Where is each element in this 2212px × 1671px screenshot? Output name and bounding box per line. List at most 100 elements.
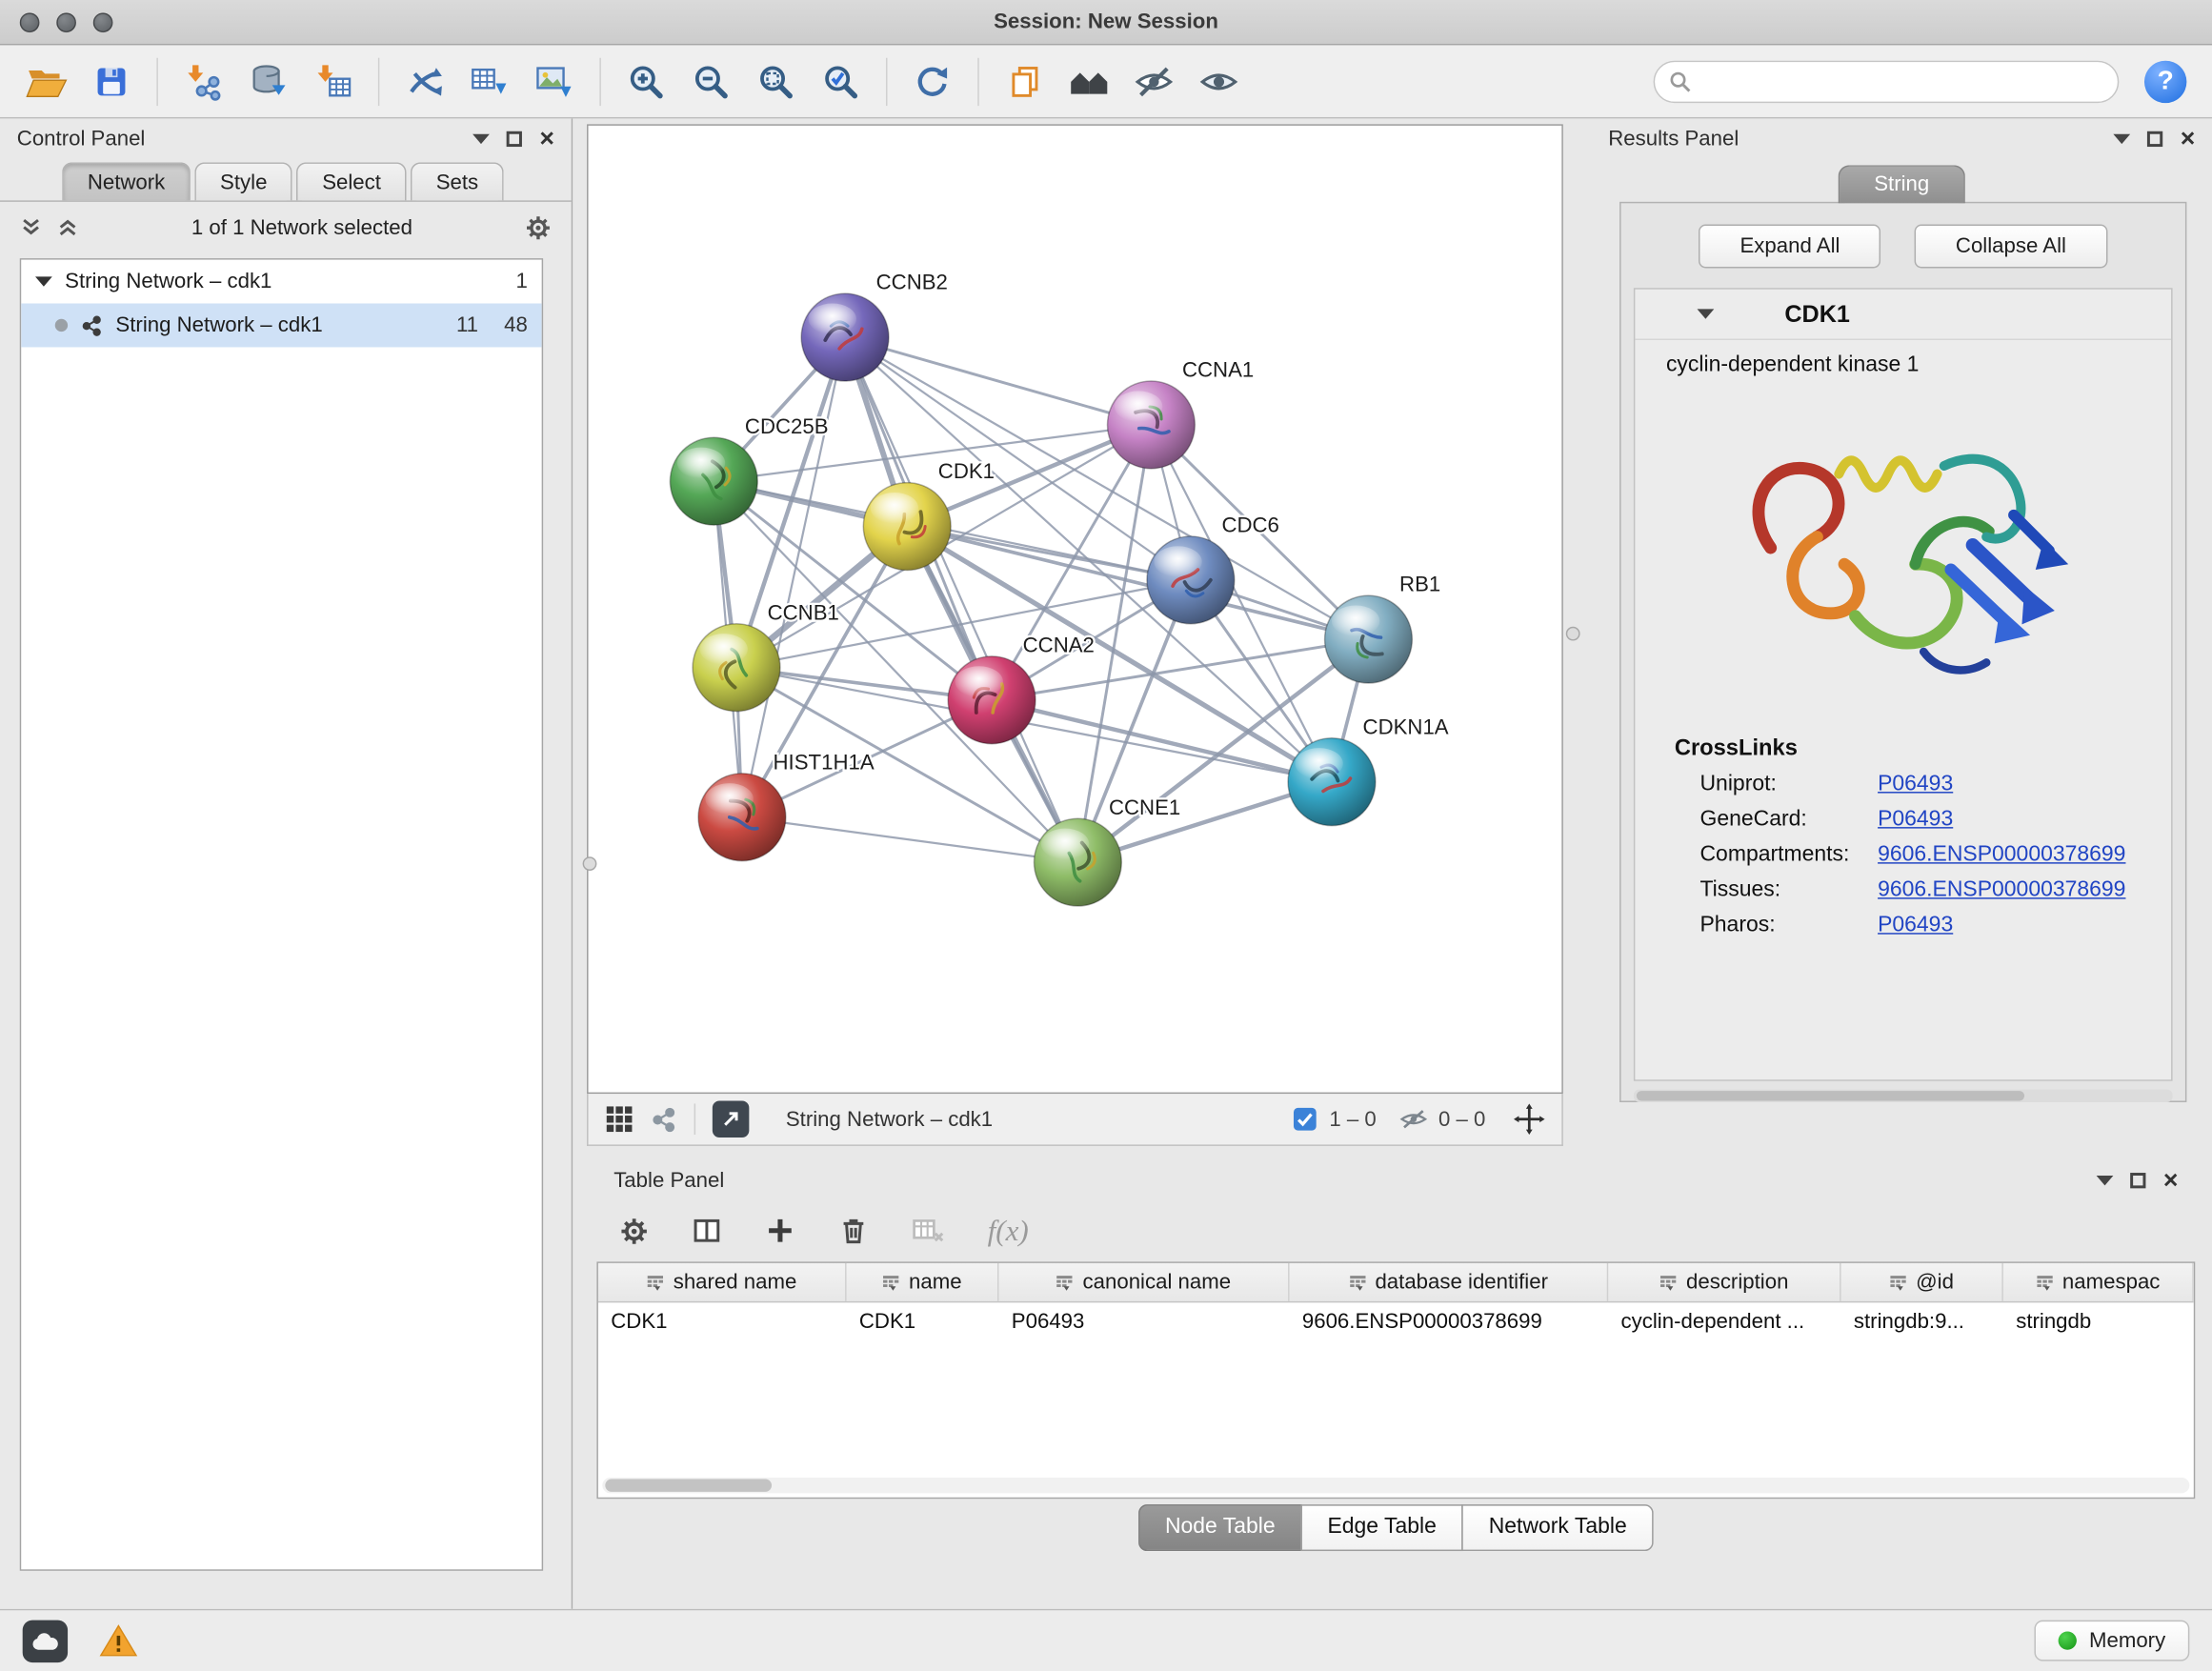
tab-style[interactable]: Style <box>194 162 292 200</box>
scrollbar-thumb[interactable] <box>605 1480 772 1492</box>
import-network-from-file-button[interactable] <box>173 51 232 111</box>
tab-edge-table[interactable]: Edge Table <box>1300 1503 1463 1550</box>
function-builder-button[interactable]: f(x) <box>988 1213 1029 1248</box>
crosslink-link-genecard[interactable]: P06493 <box>1878 807 1953 833</box>
zoom-fit-icon <box>756 61 795 100</box>
gear-icon[interactable] <box>525 213 552 240</box>
zoom-selected-icon <box>821 61 860 100</box>
table-settings-gear-icon[interactable] <box>619 1216 649 1245</box>
crosslink-link-compartments[interactable]: 9606.ENSP00000378699 <box>1878 842 2125 868</box>
results-panel-close-button[interactable]: × <box>2181 126 2196 151</box>
zoom-fit-button[interactable] <box>746 51 805 111</box>
grid-view-icon[interactable] <box>605 1105 633 1134</box>
network-node[interactable]: CDKN1A <box>1288 715 1449 825</box>
network-edge[interactable] <box>742 337 845 817</box>
add-column-plus-icon[interactable] <box>765 1215 796 1246</box>
zoom-selected-button[interactable] <box>812 51 871 111</box>
memory-button[interactable]: Memory <box>2034 1621 2189 1661</box>
column-header[interactable]: canonical name <box>998 1263 1289 1301</box>
detach-view-button[interactable] <box>713 1100 750 1137</box>
tab-network-table[interactable]: Network Table <box>1462 1503 1654 1550</box>
close-window-button[interactable] <box>20 12 40 32</box>
table-horizontal-scrollbar[interactable] <box>602 1478 2189 1493</box>
delete-column-trash-icon[interactable] <box>838 1215 870 1246</box>
network-node[interactable]: CCNB2 <box>801 271 948 381</box>
table-panel-close-button[interactable]: × <box>2163 1167 2179 1193</box>
network-edge[interactable] <box>845 337 1151 425</box>
table-panel-menu-button[interactable] <box>2097 1175 2114 1184</box>
tab-select[interactable]: Select <box>297 162 407 200</box>
control-panel-float-button[interactable] <box>507 131 522 146</box>
hidden-eye-slash-icon[interactable] <box>1398 1105 1427 1134</box>
network-edge[interactable] <box>742 817 1077 862</box>
control-panel-close-button[interactable]: × <box>539 126 554 151</box>
gene-collapse-icon[interactable] <box>1698 309 1715 318</box>
application-window: Session: New Session <box>0 0 2212 1671</box>
scrollbar-thumb[interactable] <box>1637 1091 2024 1100</box>
network-canvas[interactable]: CCNB2CCNA1CDC25BCDK1CDC6RB1CCNB1CCNA2CDK… <box>587 124 1563 1094</box>
help-button[interactable]: ? <box>2144 60 2186 102</box>
export-network-button[interactable] <box>395 51 454 111</box>
hide-graphics-details-button[interactable] <box>1124 51 1183 111</box>
network-node[interactable]: CCNA1 <box>1108 358 1255 469</box>
refresh-layout-icon <box>913 61 952 100</box>
network-tree: String Network – cdk1 1 String Network –… <box>20 258 543 1571</box>
share-view-icon[interactable] <box>651 1106 677 1133</box>
minimize-window-button[interactable] <box>56 12 76 32</box>
warning-icon[interactable] <box>99 1623 138 1659</box>
selected-checkbox-icon[interactable] <box>1293 1106 1318 1132</box>
network-node[interactable]: CDK1 <box>863 459 995 570</box>
pan-crosshair-icon[interactable] <box>1514 1103 1545 1135</box>
export-image-button[interactable] <box>525 51 584 111</box>
splitter-handle[interactable] <box>583 856 597 871</box>
apply-preferred-layout-button[interactable] <box>903 51 962 111</box>
column-header[interactable]: name <box>847 1263 999 1301</box>
tab-node-table[interactable]: Node Table <box>1138 1503 1302 1550</box>
show-columns-icon[interactable] <box>692 1215 723 1246</box>
control-panel-menu-button[interactable] <box>473 133 491 143</box>
import-network-from-database-button[interactable] <box>238 51 297 111</box>
network-node[interactable]: RB1 <box>1325 573 1441 683</box>
network-edge[interactable] <box>845 337 1077 862</box>
network-edge[interactable] <box>992 700 1332 782</box>
crosslink-link-tissues[interactable]: 9606.ENSP00000378699 <box>1878 877 2125 903</box>
documents-button[interactable] <box>995 51 1054 111</box>
network-row-selected[interactable]: String Network – cdk1 11 48 <box>21 304 541 348</box>
column-header[interactable]: shared name <box>598 1263 847 1301</box>
tab-sets[interactable]: Sets <box>411 162 504 200</box>
expand-all-icon[interactable] <box>56 216 79 239</box>
zoom-window-button[interactable] <box>93 12 113 32</box>
column-header[interactable]: namespac <box>2003 1263 2194 1301</box>
cloud-status-button[interactable] <box>23 1620 68 1661</box>
zoom-in-button[interactable] <box>616 51 675 111</box>
search-input[interactable] <box>1701 70 2103 92</box>
results-panel-menu-button[interactable] <box>2114 133 2131 143</box>
collapse-all-icon[interactable] <box>20 216 43 239</box>
splitter-handle[interactable] <box>1566 627 1580 641</box>
import-table-from-file-button[interactable] <box>303 51 362 111</box>
network-node[interactable]: CDC6 <box>1147 513 1279 623</box>
show-graphics-details-button[interactable] <box>1189 51 1248 111</box>
tab-network[interactable]: Network <box>62 162 191 200</box>
network-node[interactable]: HIST1H1A <box>698 750 875 860</box>
column-header[interactable]: description <box>1608 1263 1840 1301</box>
open-session-button[interactable] <box>17 51 76 111</box>
table-row[interactable]: CDK1 CDK1 P06493 9606.ENSP00000378699 cy… <box>598 1302 2194 1340</box>
collapse-all-button[interactable]: Collapse All <box>1915 225 2107 269</box>
results-horizontal-scrollbar[interactable] <box>1634 1090 2173 1102</box>
save-session-button[interactable] <box>82 51 141 111</box>
network-collection-row[interactable]: String Network – cdk1 1 <box>21 260 541 304</box>
column-header[interactable]: @id <box>1841 1263 2003 1301</box>
tab-string[interactable]: String <box>1839 165 1964 203</box>
crosslink-link-pharos[interactable]: P06493 <box>1878 913 1953 938</box>
crosslink-link-uniprot[interactable]: P06493 <box>1878 772 1953 797</box>
column-header[interactable]: database identifier <box>1290 1263 1609 1301</box>
export-table-button[interactable] <box>460 51 519 111</box>
table-panel-float-button[interactable] <box>2131 1172 2146 1187</box>
network-node[interactable]: CCNB1 <box>693 600 839 711</box>
collection-expand-icon[interactable] <box>35 276 52 286</box>
results-panel-float-button[interactable] <box>2148 131 2163 146</box>
zoom-out-button[interactable] <box>681 51 740 111</box>
expand-all-button[interactable]: Expand All <box>1699 225 1881 269</box>
double-home-button[interactable] <box>1059 51 1118 111</box>
